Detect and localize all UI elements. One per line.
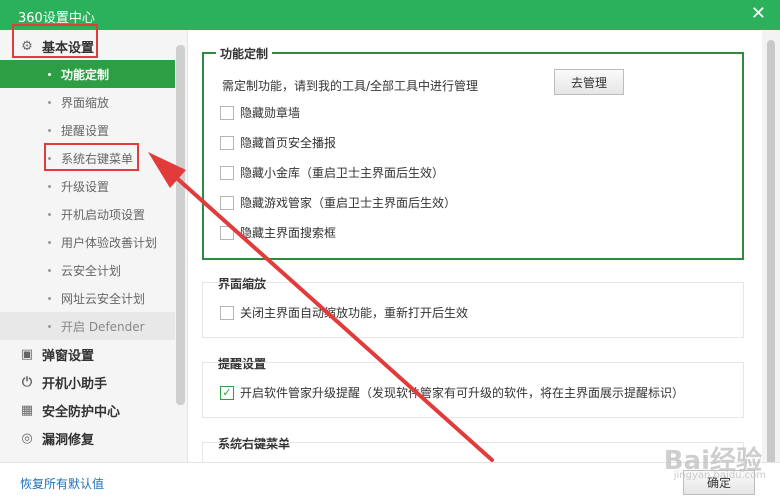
sidebar-group-vuln-fix[interactable]: ◎ 漏洞修复 <box>0 424 175 452</box>
sidebar-group-boot-helper[interactable]: ⏻ 开机小助手 <box>0 368 175 396</box>
power-icon: ⏻ <box>21 374 33 390</box>
option-hide-security-broadcast[interactable]: 隐藏首页安全播报 <box>220 134 336 151</box>
bullet-icon <box>48 240 51 244</box>
sidebar-item-defender[interactable]: 开启 Defender <box>0 312 175 340</box>
option-hide-medal-wall[interactable]: 隐藏勋章墙 <box>220 104 300 121</box>
window-icon: ▣ <box>20 346 34 362</box>
checkbox[interactable] <box>220 105 234 120</box>
bullet-icon <box>48 184 51 188</box>
option-hide-search-box[interactable]: 隐藏主界面搜索框 <box>220 224 336 241</box>
sidebar-item-reminder[interactable]: 提醒设置 <box>0 116 175 144</box>
section-context-menu <box>202 442 744 462</box>
sidebar-item-upgrade[interactable]: 升级设置 <box>0 172 175 200</box>
sidebar-item-ux-plan[interactable]: 用户体验改善计划 <box>0 228 175 256</box>
sidebar-item-custom[interactable]: 功能定制 <box>0 60 175 88</box>
bullet-icon <box>48 296 51 300</box>
bullet-icon <box>48 212 51 216</box>
option-hide-game-manager[interactable]: 隐藏游戏管家（重启卫士主界面后生效） <box>220 194 456 211</box>
bullet-icon <box>48 268 51 272</box>
annotation-box-context-menu <box>44 143 139 171</box>
sidebar-scrollbar[interactable] <box>176 45 185 405</box>
option-upgrade-reminder[interactable]: ✓ 开启软件管家升级提醒（发现软件管家有可升级的软件，将在主界面展示提醒标识） <box>220 384 684 401</box>
sidebar-item-startup[interactable]: 开机启动项设置 <box>0 200 175 228</box>
checkbox[interactable] <box>220 195 234 210</box>
footer: 恢复所有默认值 确定 <box>0 462 780 500</box>
bullet-icon <box>48 324 51 328</box>
checkbox[interactable] <box>220 225 234 240</box>
main-panel: 功能定制 需定制功能，请到我的工具/全部工具中进行管理 去管理 隐藏勋章墙 隐藏… <box>188 30 760 462</box>
option-hide-vault[interactable]: 隐藏小金库（重启卫士主界面后生效） <box>220 164 444 181</box>
manage-button[interactable]: 去管理 <box>554 69 624 95</box>
sidebar-item-url-cloud[interactable]: 网址云安全计划 <box>0 284 175 312</box>
checkbox[interactable] <box>220 135 234 150</box>
bullet-icon <box>48 128 51 132</box>
sidebar-group-popup[interactable]: ▣ 弹窗设置 <box>0 340 175 368</box>
bullet-icon <box>48 72 51 76</box>
ok-button[interactable]: 确定 <box>683 470 755 495</box>
scroll-thumb[interactable] <box>767 40 775 470</box>
custom-description: 需定制功能，请到我的工具/全部工具中进行管理 <box>222 79 479 93</box>
checkbox[interactable] <box>220 165 234 180</box>
main-scrollbar[interactable] <box>762 30 780 470</box>
grid-icon: ▦ <box>20 402 34 418</box>
option-disable-auto-zoom[interactable]: 关闭主界面自动缩放功能，重新打开后生效 <box>220 304 468 321</box>
bullet-icon <box>48 100 51 104</box>
sidebar-item-cloud-security[interactable]: 云安全计划 <box>0 256 175 284</box>
reset-defaults-link[interactable]: 恢复所有默认值 <box>20 475 104 492</box>
checkbox[interactable] <box>220 305 234 320</box>
sidebar-group-protection[interactable]: ▦ 安全防护中心 <box>0 396 175 424</box>
sidebar-item-zoom[interactable]: 界面缩放 <box>0 88 175 116</box>
checkbox-checked[interactable]: ✓ <box>220 385 234 400</box>
close-icon[interactable]: ✕ <box>751 3 766 24</box>
title-bar: 360设置中心 ✕ <box>0 0 780 30</box>
section-title-custom: 功能定制 <box>216 45 273 62</box>
shield-icon: ◎ <box>21 430 33 446</box>
annotation-box-basic <box>12 24 98 58</box>
